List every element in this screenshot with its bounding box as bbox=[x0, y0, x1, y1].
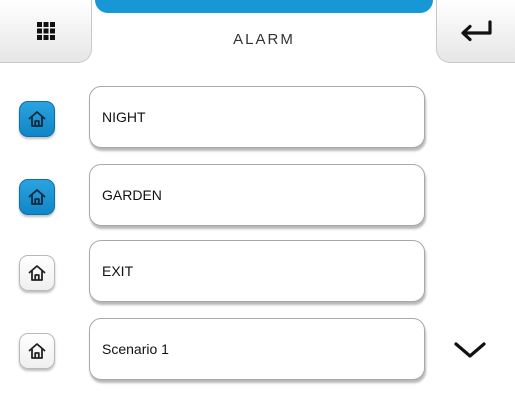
page-title-panel: ALARM bbox=[92, 0, 436, 75]
chevron-down-icon bbox=[454, 342, 486, 358]
header-bar: ALARM bbox=[0, 0, 515, 75]
scenario-button[interactable]: EXIT bbox=[89, 240, 425, 302]
grid-icon bbox=[36, 22, 55, 40]
scenario-icon-button[interactable] bbox=[19, 179, 55, 215]
list-item: EXIT bbox=[0, 240, 515, 319]
home-icon bbox=[28, 111, 46, 127]
scenario-icon-button[interactable] bbox=[19, 101, 55, 137]
scenario-button[interactable]: Scenario 1 bbox=[89, 318, 425, 380]
scenario-button[interactable]: NIGHT bbox=[89, 86, 425, 148]
home-icon bbox=[28, 343, 46, 359]
home-icon bbox=[28, 265, 46, 281]
scenario-label: GARDEN bbox=[102, 187, 162, 203]
back-button[interactable] bbox=[436, 0, 515, 63]
list-item: Scenario 1 bbox=[0, 318, 515, 397]
page-title: ALARM bbox=[233, 31, 295, 48]
scroll-down-button[interactable] bbox=[452, 338, 488, 362]
scenario-button[interactable]: GARDEN bbox=[89, 164, 425, 226]
scenario-icon-button[interactable] bbox=[19, 333, 55, 369]
list-item: GARDEN bbox=[0, 164, 515, 243]
scenario-icon-button[interactable] bbox=[19, 255, 55, 291]
return-arrow-icon bbox=[461, 20, 492, 42]
scenario-label: NIGHT bbox=[102, 109, 146, 125]
home-icon bbox=[28, 189, 46, 205]
scenario-label: EXIT bbox=[102, 263, 134, 279]
scenario-label: Scenario 1 bbox=[102, 341, 169, 357]
menu-button[interactable] bbox=[0, 0, 92, 63]
list-item: NIGHT bbox=[0, 86, 515, 165]
